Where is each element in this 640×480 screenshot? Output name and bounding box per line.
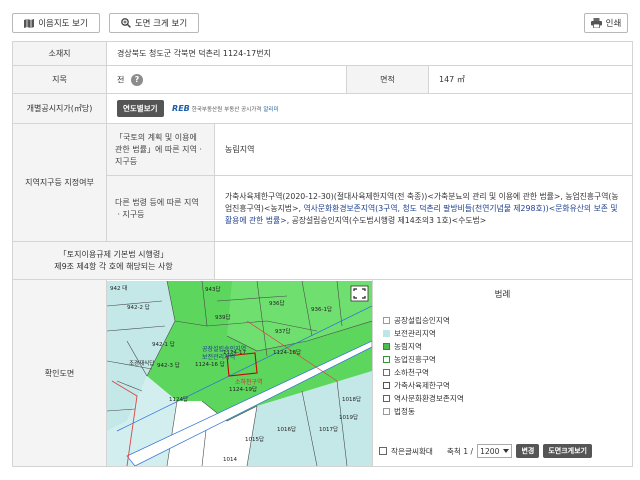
map-parcel-label: 1014	[223, 457, 237, 463]
view-large-drawing-button[interactable]: 도면 크게 보기	[109, 13, 199, 33]
map-parcel-label: 939답	[215, 314, 231, 321]
legend-item-label: 가축사육제한구역	[394, 381, 450, 390]
map-parcel-label: 942-1 답	[152, 341, 175, 348]
map-parcel-label: 937답	[275, 328, 291, 335]
reb-logo: REB	[172, 104, 190, 113]
legend-swatch	[383, 317, 390, 324]
map-parcel-label: 1018답	[342, 396, 361, 403]
view-eum-map-button[interactable]: 이음지도 보기	[12, 13, 100, 33]
map-parcel-label: 942-2 답	[127, 304, 150, 311]
map-parcel-label: 조경재식답	[129, 359, 154, 367]
zone-law2-part3: , 공장설립승인지역(수도법시행령 제14조의3 1호)<수도법>	[286, 215, 487, 225]
legend-swatch	[383, 369, 390, 376]
map-parcel-label: 1124-18답	[273, 349, 301, 356]
map-controls: 작은글씨확대 축척 1 / 1200 변경 도면크게보기	[379, 444, 628, 458]
location-value: 경상북도 청도군 각북면 덕촌리 1124-17번지	[106, 41, 633, 66]
land-use-info-table: 소재지 경상북도 청도군 각북면 덕촌리 1124-17번지 지목 전 ? 면적…	[12, 41, 633, 467]
map-zone-label: 보전관리지역	[202, 353, 235, 361]
legend-item: 소하천구역	[383, 366, 464, 379]
legend-swatch	[383, 356, 390, 363]
regulation-label: 「토지이용규제 기본법 시행령」 제9조 제4항 각 호에 해당되는 사항	[12, 241, 215, 280]
change-scale-button[interactable]: 변경	[516, 444, 540, 458]
small-text-label: 작은글씨확대	[391, 446, 433, 456]
price-cell: 연도별보기 REB 한국부동산원 부동산 공시가격 알리미	[106, 93, 633, 124]
legend-item-label: 보전관리지역	[394, 329, 436, 338]
location-label: 소재지	[12, 41, 107, 66]
legend-item: 농림지역	[383, 340, 464, 353]
legend-swatch	[383, 330, 390, 337]
zoom-in-icon	[120, 18, 131, 28]
map-parcel-label: 942 대	[110, 284, 127, 292]
legend-swatch	[383, 343, 390, 350]
jimok-cell: 전 ?	[106, 65, 347, 94]
legend-swatch	[383, 408, 390, 415]
regulation-value	[214, 241, 633, 280]
yearly-view-button[interactable]: 연도별보기	[117, 100, 164, 117]
print-label: 인쇄	[605, 19, 622, 29]
legend-item: 농업진흥구역	[383, 353, 464, 366]
map-parcel-label: 942-3 답	[157, 362, 180, 369]
map-parcel-label: 1019답	[339, 414, 358, 421]
legend-item: 가축사육제한구역	[383, 379, 464, 392]
view-large-drawing-label: 도면 크게 보기	[134, 19, 188, 29]
reb-link-text: 알리미	[263, 106, 279, 113]
scale-label: 축척 1 /	[446, 446, 474, 456]
map-zone-label: 소하천구역	[235, 378, 263, 386]
print-button[interactable]: 인쇄	[584, 13, 628, 33]
legend-swatch	[383, 382, 390, 389]
map-parcel-label: 1016답	[277, 426, 296, 433]
map-parcel-label: 1124-16 답	[195, 361, 225, 368]
legend-item-label: 소하천구역	[394, 368, 429, 377]
legend-item-label: 역사문화환경보존지역	[394, 394, 464, 403]
legend-swatch	[383, 395, 390, 402]
reb-text: 부동산 공시가격	[224, 106, 262, 113]
price-label: 개별공시지가(㎡당)	[12, 93, 107, 124]
legend-item-label: 공장설립승인지역	[394, 316, 450, 325]
parcel-map[interactable]: 942 대 942-2 답 942-1 답 조경재식답 942-3 답 943답…	[107, 280, 372, 466]
reb-link[interactable]: REB 한국부동산원 부동산 공시가격 알리미	[172, 104, 278, 113]
small-text-checkbox[interactable]	[379, 447, 387, 455]
zone-law2-value: 가축사육제한구역(2020-12-30)(절대사육제한지역(전 축종))<가축분…	[214, 175, 633, 242]
map-parcel-label: 943답	[205, 286, 221, 293]
map-parcel-label: 936-1답	[311, 306, 332, 313]
help-icon[interactable]: ?	[130, 73, 143, 86]
legend-item: 역사문화환경보존지역	[383, 392, 464, 405]
legend-title: 범례	[494, 290, 511, 300]
zone-law1-label: 「국토의 계획 및 이용에 관한 법률」에 따른 지역ㆍ지구등	[106, 123, 215, 176]
zone-law2-label: 다른 법령 등에 따른 지역ㆍ지구등	[106, 175, 215, 242]
legend-list: 공장설립승인지역 보전관리지역 농림지역 농업진흥구역 소하천구역 가축사육제한…	[383, 314, 464, 418]
map-parcel-label: 1124답	[169, 396, 188, 403]
printer-icon	[590, 18, 602, 28]
legend-item: 법정동	[383, 405, 464, 418]
map-cell: 942 대 942-2 답 942-1 답 조경재식답 942-3 답 943답…	[106, 279, 373, 467]
map-label: 확인도면	[12, 279, 107, 467]
map-parcel-label: 1124-19답	[229, 386, 257, 393]
scale-value: 1200	[480, 446, 500, 456]
map-fullscreen-icon[interactable]	[350, 285, 369, 301]
jimok-label: 지목	[12, 65, 107, 94]
legend-item: 보전관리지역	[383, 327, 464, 340]
jimok-value: 전	[117, 75, 125, 84]
area-value: 147 ㎡	[428, 65, 633, 94]
zone-label: 지역지구등 지정여부	[12, 123, 107, 242]
legend-item-label: 법정동	[394, 407, 415, 416]
legend-item: 공장설립승인지역	[383, 314, 464, 327]
view-large-map-button[interactable]: 도면크게보기	[543, 444, 592, 458]
map-parcel-label: 1015답	[245, 436, 264, 443]
legend-item-label: 농림지역	[394, 342, 422, 351]
reb-name: 한국부동산원	[191, 106, 223, 113]
scale-select[interactable]: 1200	[477, 444, 513, 458]
legend-panel: 범례 공장설립승인지역 보전관리지역 농림지역 농업진흥구역 소하천구역 가축사…	[372, 279, 633, 467]
map-zone-label: 공장설립승인지역	[202, 345, 246, 353]
zone-law1-value: 농림지역	[214, 123, 633, 176]
legend-item-label: 농업진흥구역	[394, 355, 436, 364]
area-label: 면적	[346, 65, 429, 94]
chevron-down-icon	[503, 449, 510, 453]
map-icon	[24, 18, 35, 28]
map-parcel-label: 1017답	[319, 426, 338, 433]
map-parcel-label: 936답	[269, 300, 285, 307]
view-eum-map-label: 이음지도 보기	[38, 19, 88, 29]
